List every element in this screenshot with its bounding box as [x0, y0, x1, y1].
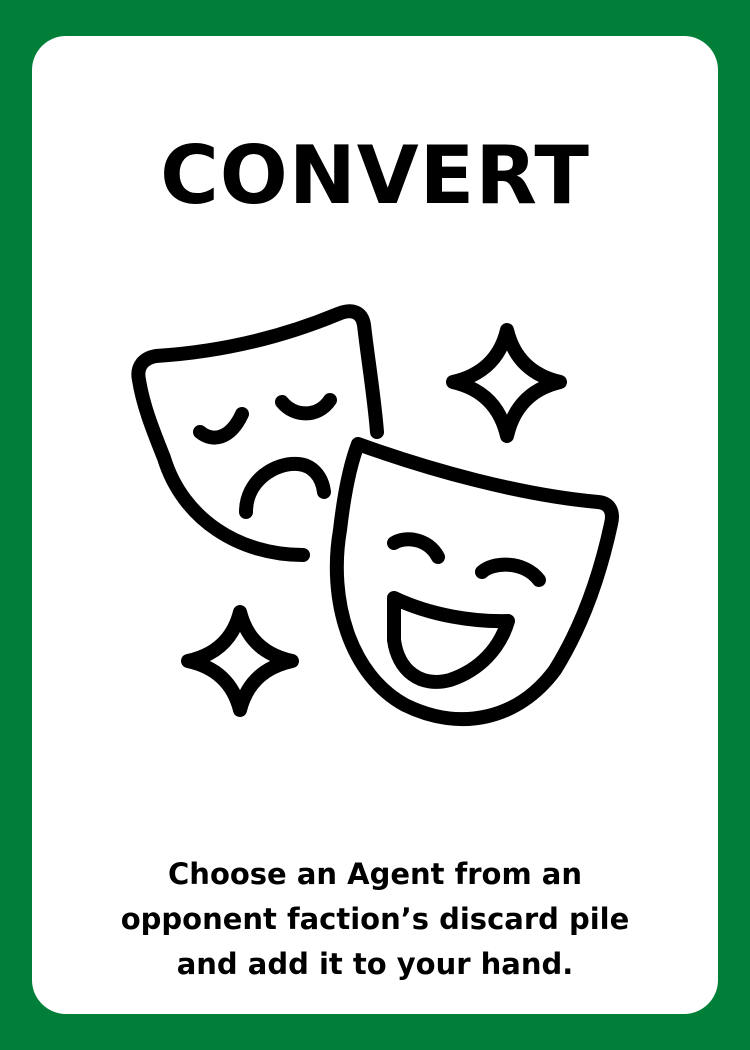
happy-mask-icon: [329, 437, 619, 727]
description-line: and add it to your hand.: [176, 947, 574, 981]
card-background: { "card": { "title": "CONVERT", "descrip…: [0, 0, 750, 1050]
sparkle-small-icon: [181, 605, 299, 717]
action-card[interactable]: CONVERT Choose an Agent from an opponent…: [32, 36, 718, 1014]
card-description: Choose an Agent from an opponent faction…: [92, 852, 658, 987]
sparkle-large-icon: [446, 323, 567, 443]
description-line: opponent faction’s discard pile: [120, 902, 630, 936]
description-line: Choose an Agent from an: [168, 857, 582, 891]
